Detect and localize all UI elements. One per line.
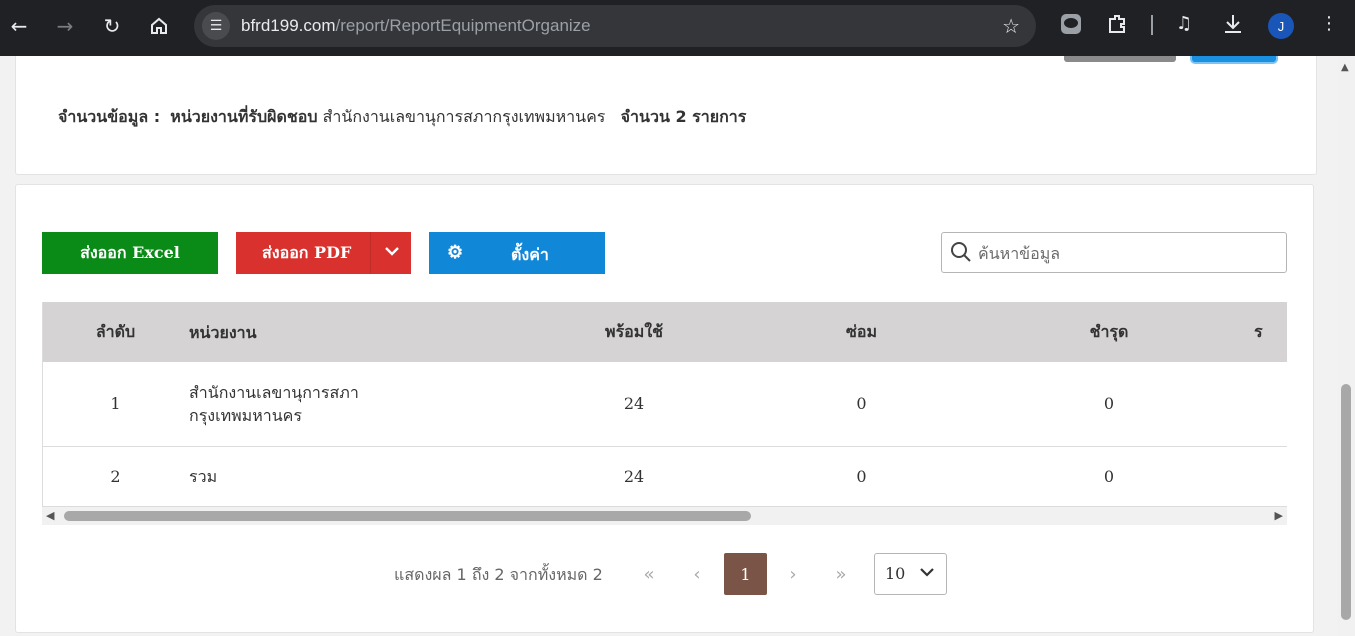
toolbar-divider — [1151, 15, 1153, 35]
pagination-info: แสดงผล 1 ถึง 2 จากทั้งหมด 2 — [394, 565, 603, 584]
site-settings-icon[interactable]: ☰ — [202, 12, 230, 40]
scroll-right-icon[interactable]: ▶ — [1275, 509, 1283, 522]
col-header-ready[interactable]: พร้อมใช้ — [509, 302, 759, 362]
prev-page-icon[interactable]: ‹ — [677, 553, 717, 595]
cell-repair: 0 — [856, 466, 867, 486]
avatar[interactable]: J — [1268, 13, 1294, 39]
col-header-no[interactable]: ลำดับ — [42, 302, 189, 362]
cell-ready: 24 — [623, 466, 645, 486]
forward-icon[interactable]: → — [51, 12, 79, 40]
cell-next — [1254, 446, 1287, 506]
table-row: 2 รวม 24 0 0 — [42, 446, 1287, 506]
summary-line: จำนวนข้อมูล : หน่วยงานที่รับผิดชอบ สำนัก… — [58, 105, 746, 130]
search-button[interactable] — [1192, 56, 1276, 62]
cell-damaged: 0 — [1103, 466, 1115, 486]
home-icon[interactable] — [145, 12, 173, 40]
cell-damaged: 0 — [1103, 394, 1115, 414]
unit-label: หน่วยงานที่รับผิดชอบ — [170, 107, 318, 126]
data-table: ลำดับ หน่วยงาน พร้อมใช้ ซ่อม ชำรุด ร 1 ส… — [42, 302, 1287, 507]
scroll-left-icon[interactable]: ◀ — [46, 509, 54, 522]
clear-button[interactable] — [1064, 56, 1176, 62]
cell-ready: 24 — [623, 394, 645, 414]
media-controls-icon[interactable]: ♫ — [1176, 13, 1192, 34]
cell-no: 1 — [110, 394, 121, 414]
cell-no: 2 — [110, 466, 121, 486]
next-page-icon[interactable]: › — [773, 553, 813, 595]
page-size-value: 10 — [885, 564, 906, 583]
search-box[interactable] — [941, 232, 1287, 273]
horizontal-scroll-thumb[interactable] — [64, 511, 751, 521]
gear-icon: ⚙ — [447, 242, 464, 263]
cell-next — [1254, 362, 1287, 446]
horizontal-scrollbar[interactable]: ◀ ▶ — [42, 507, 1287, 525]
table-row: 1 สำนักงานเลขานุการสภากรุงเทพมหานคร 24 0… — [42, 362, 1287, 446]
cell-unit-text: สำนักงานเลขานุการสภากรุงเทพมหานคร — [189, 382, 359, 425]
extensions-icon[interactable] — [1106, 13, 1128, 40]
cell-repair: 0 — [856, 394, 867, 414]
scroll-up-icon[interactable]: ▲ — [1341, 62, 1349, 73]
col-header-next[interactable]: ร — [1254, 302, 1287, 362]
browser-toolbar: ← → ↻ ☰ bfrd199.com/report/ReportEquipme… — [0, 0, 1355, 56]
chevron-down-icon[interactable] — [383, 242, 401, 264]
download-icon[interactable] — [1222, 13, 1244, 40]
kebab-menu-icon[interactable]: ⋮ — [1320, 13, 1338, 34]
settings-label: ตั้งค่า — [511, 245, 549, 264]
summary-card: จำนวนข้อมูล : หน่วยงานที่รับผิดชอบ สำนัก… — [15, 56, 1317, 175]
search-icon — [951, 242, 971, 262]
reload-icon[interactable]: ↻ — [98, 12, 126, 40]
unit-value: สำนักงานเลขานุการสภากรุงเทพมหานคร — [322, 107, 606, 126]
url-text[interactable]: bfrd199.com/report/ReportEquipmentOrgani… — [241, 16, 591, 36]
last-page-icon[interactable]: » — [821, 553, 861, 595]
col-header-damaged[interactable]: ชำรุด — [964, 302, 1254, 362]
pdf-dropdown-divider — [370, 232, 371, 274]
cell-unit: รวม — [189, 466, 218, 486]
vertical-scrollbar[interactable]: ▲ — [1337, 56, 1355, 636]
table-header-row: ลำดับ หน่วยงาน พร้อมใช้ ซ่อม ชำรุด ร — [42, 302, 1287, 362]
search-input[interactable] — [978, 241, 1278, 265]
page-button-current[interactable]: 1 — [724, 553, 767, 595]
cell-unit: สำนักงานเลขานุการสภากรุงเทพมหานคร — [189, 362, 509, 446]
bookmark-star-icon[interactable]: ☆ — [1002, 14, 1020, 38]
col-header-repair[interactable]: ซ่อม — [759, 302, 964, 362]
export-pdf-label: ส่งออก PDF — [262, 242, 352, 262]
export-excel-button[interactable]: ส่งออก Excel — [42, 232, 218, 274]
address-bar[interactable]: ☰ bfrd199.com/report/ReportEquipmentOrga… — [194, 5, 1036, 47]
page-viewport: จำนวนข้อมูล : หน่วยงานที่รับผิดชอบ สำนัก… — [0, 56, 1337, 636]
export-pdf-button[interactable]: ส่งออก PDF — [236, 232, 411, 274]
col-header-unit[interactable]: หน่วยงาน — [189, 302, 509, 362]
line-extension-icon[interactable] — [1060, 13, 1082, 40]
total-label: จำนวน 2 รายการ — [620, 107, 747, 126]
first-page-icon[interactable]: « — [629, 553, 669, 595]
count-label: จำนวนข้อมูล : — [58, 107, 161, 126]
vertical-scroll-thumb[interactable] — [1341, 384, 1351, 620]
report-card: ส่งออก Excel ส่งออก PDF ⚙ ตั้งค่า ค้นหาข… — [15, 184, 1314, 633]
settings-button[interactable]: ⚙ ตั้งค่า — [429, 232, 605, 274]
chevron-down-icon — [918, 563, 936, 585]
back-icon[interactable]: ← — [5, 12, 33, 40]
page-size-select[interactable]: 10 — [874, 553, 947, 595]
